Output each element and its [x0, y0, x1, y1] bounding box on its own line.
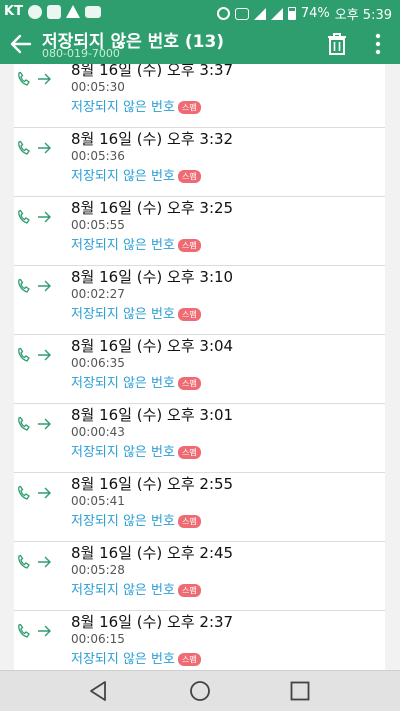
signal-icon — [270, 7, 283, 20]
number-label-text: 저장되지 않은 번호 — [71, 238, 175, 253]
incoming-call-icon — [18, 278, 51, 293]
call-datetime: 8월 16일 (수) 오후 2:45 — [71, 544, 234, 562]
call-duration: 00:02:27 — [71, 287, 125, 301]
call-duration: 00:06:35 — [71, 356, 125, 370]
call-row[interactable]: 8월 16일 (수) 오후 2:37 00:06:15 저장되지 않은 번호 스팸 — [14, 611, 385, 670]
number-label: 저장되지 않은 번호 스팸 — [71, 648, 201, 667]
battery-icon — [287, 7, 296, 20]
system-nav-bar — [0, 670, 400, 711]
incoming-call-icon — [18, 485, 51, 500]
warning-icon — [65, 5, 80, 18]
number-label: 저장되지 않은 번호 스팸 — [71, 96, 201, 115]
call-row[interactable]: 8월 16일 (수) 오후 3:37 00:05:30 저장되지 않은 번호 스팸 — [14, 64, 385, 128]
call-row[interactable]: 8월 16일 (수) 오후 3:01 00:00:43 저장되지 않은 번호 스팸 — [14, 404, 385, 473]
clock: 오후 5:39 — [334, 8, 392, 23]
call-row[interactable]: 8월 16일 (수) 오후 3:04 00:06:35 저장되지 않은 번호 스팸 — [14, 335, 385, 404]
call-datetime: 8월 16일 (수) 오후 3:32 — [71, 130, 234, 148]
spam-badge: 스팸 — [177, 170, 201, 183]
more-vert-icon[interactable] — [369, 31, 387, 57]
nav-home-icon[interactable] — [189, 680, 211, 702]
number-label-text: 저장되지 않은 번호 — [71, 445, 175, 460]
number-label: 저장되지 않은 번호 스팸 — [71, 372, 201, 391]
carrier-label: KT — [4, 4, 23, 19]
number-label-text: 저장되지 않은 번호 — [71, 652, 175, 667]
incoming-call-icon — [18, 416, 51, 431]
nav-recent-icon[interactable] — [290, 681, 310, 701]
number-label-text: 저장되지 않은 번호 — [71, 307, 175, 322]
spam-badge: 스팸 — [177, 584, 201, 597]
call-row[interactable]: 8월 16일 (수) 오후 3:32 00:05:36 저장되지 않은 번호 스팸 — [14, 128, 385, 197]
number-label-text: 저장되지 않은 번호 — [71, 583, 175, 598]
number-label-text: 저장되지 않은 번호 — [71, 100, 175, 115]
alarm-icon — [216, 7, 230, 20]
call-row[interactable]: 8월 16일 (수) 오후 2:45 00:05:28 저장되지 않은 번호 스팸 — [14, 542, 385, 611]
spam-badge: 스팸 — [177, 377, 201, 390]
incoming-call-icon — [18, 140, 51, 155]
spam-badge: 스팸 — [177, 515, 201, 528]
call-duration: 00:00:43 — [71, 425, 125, 439]
incoming-call-icon — [18, 554, 51, 569]
call-duration: 00:05:41 — [71, 494, 125, 508]
call-duration: 00:05:28 — [71, 563, 125, 577]
number-label: 저장되지 않은 번호 스팸 — [71, 579, 201, 598]
call-datetime: 8월 16일 (수) 오후 2:55 — [71, 475, 234, 493]
spam-badge: 스팸 — [177, 101, 201, 114]
incoming-call-icon — [18, 623, 51, 638]
spam-badge: 스팸 — [177, 308, 201, 321]
hd-voice-icon — [234, 7, 249, 20]
number-label: 저장되지 않은 번호 스팸 — [71, 165, 201, 184]
call-datetime: 8월 16일 (수) 오후 3:25 — [71, 199, 234, 217]
call-duration: 00:05:30 — [71, 80, 125, 94]
number-label: 저장되지 않은 번호 스팸 — [71, 510, 201, 529]
nav-back-icon[interactable] — [88, 680, 108, 702]
call-datetime: 8월 16일 (수) 오후 3:37 — [71, 64, 234, 79]
spam-badge: 스팸 — [177, 653, 201, 666]
wifi-icon — [253, 7, 266, 20]
spam-badge: 스팸 — [177, 239, 201, 252]
trash-icon[interactable] — [326, 32, 348, 56]
call-row[interactable]: 8월 16일 (수) 오후 2:55 00:05:41 저장되지 않은 번호 스팸 — [14, 473, 385, 542]
call-duration: 00:05:36 — [71, 149, 125, 163]
incoming-call-icon — [18, 71, 51, 86]
number-label-text: 저장되지 않은 번호 — [71, 169, 175, 184]
incoming-call-icon — [18, 347, 51, 362]
back-arrow-icon[interactable] — [8, 32, 34, 56]
number-label: 저장되지 않은 번호 스팸 — [71, 441, 201, 460]
call-datetime: 8월 16일 (수) 오후 2:37 — [71, 613, 234, 631]
call-datetime: 8월 16일 (수) 오후 3:10 — [71, 268, 234, 286]
app-notification-icon — [27, 4, 42, 19]
incoming-call-icon — [18, 209, 51, 224]
call-row[interactable]: 8월 16일 (수) 오후 3:25 00:05:55 저장되지 않은 번호 스팸 — [14, 197, 385, 266]
phone-number-subtitle: 080-019-7000 — [42, 47, 120, 60]
spam-badge: 스팸 — [177, 446, 201, 459]
gallery-icon — [46, 4, 61, 19]
call-history-list[interactable]: 8월 16일 (수) 오후 3:37 00:05:30 저장되지 않은 번호 스팸… — [0, 64, 400, 670]
number-label-text: 저장되지 않은 번호 — [71, 514, 175, 529]
app-bar: 저장되지 않은 번호 (13) 080-019-7000 — [0, 24, 400, 64]
call-datetime: 8월 16일 (수) 오후 3:01 — [71, 406, 234, 424]
app-badge-icon — [84, 5, 101, 18]
call-row[interactable]: 8월 16일 (수) 오후 3:10 00:02:27 저장되지 않은 번호 스팸 — [14, 266, 385, 335]
call-datetime: 8월 16일 (수) 오후 3:04 — [71, 337, 234, 355]
number-label-text: 저장되지 않은 번호 — [71, 376, 175, 391]
call-duration: 00:06:15 — [71, 632, 125, 646]
status-bar: KT 74% 오후 5:39 — [0, 0, 400, 24]
battery-percent: 74% — [300, 6, 330, 21]
call-duration: 00:05:55 — [71, 218, 125, 232]
number-label: 저장되지 않은 번호 스팸 — [71, 303, 201, 322]
number-label: 저장되지 않은 번호 스팸 — [71, 234, 201, 253]
